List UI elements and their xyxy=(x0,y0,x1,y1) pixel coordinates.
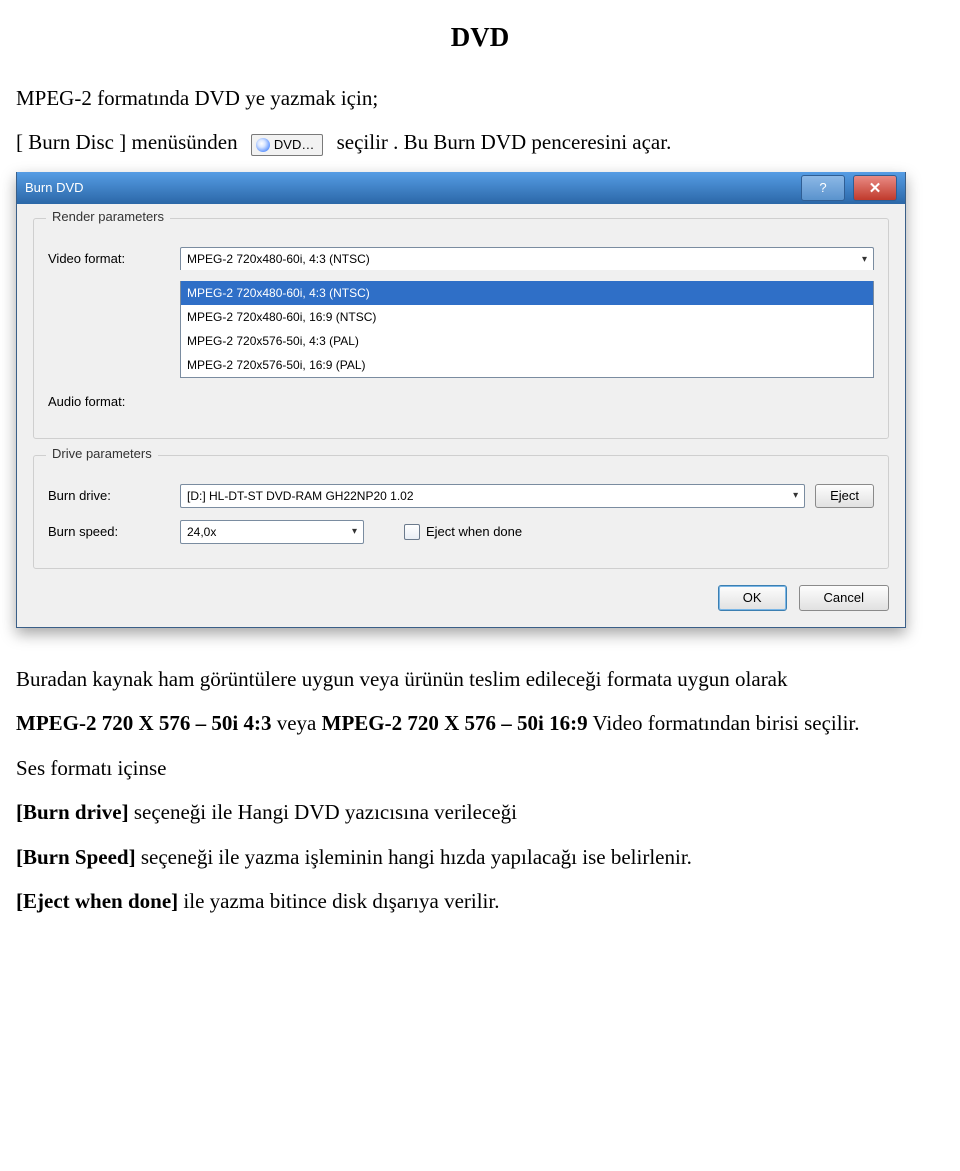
burn-speed-term: [Burn Speed] xyxy=(16,845,136,869)
render-parameters-group: Render parameters Video format: MPEG-2 7… xyxy=(33,218,889,439)
render-parameters-legend: Render parameters xyxy=(46,209,170,224)
intro-line-1: MPEG-2 formatında DVD ye yazmak için; xyxy=(16,83,944,113)
format-tail: Video formatından birisi seçilir. xyxy=(588,711,860,735)
help-icon: ? xyxy=(819,180,826,195)
close-icon: ✕ xyxy=(869,179,882,197)
burn-speed-desc: seçeneği ile yazma işleminin hangi hızda… xyxy=(136,845,692,869)
window-title: Burn DVD xyxy=(25,180,84,195)
burn-speed-combo[interactable]: 24,0x ▾ xyxy=(180,520,364,544)
video-format-dropdown: MPEG-2 720x480-60i, 4:3 (NTSC) MPEG-2 72… xyxy=(180,281,874,378)
video-format-value: MPEG-2 720x480-60i, 4:3 (NTSC) xyxy=(187,252,370,266)
dvd-menu-label: DVD… xyxy=(274,137,314,152)
format-43: MPEG-2 720 X 576 – 50i 4:3 xyxy=(16,711,271,735)
body-para-5: [Burn Speed] seçeneği ile yazma işlemini… xyxy=(16,842,944,872)
intro-prefix: [ Burn Disc ] menüsünden xyxy=(16,130,238,154)
eject-button[interactable]: Eject xyxy=(815,484,874,508)
audio-format-label: Audio format: xyxy=(48,394,180,409)
burn-drive-label: Burn drive: xyxy=(48,488,180,503)
burn-drive-term: [Burn drive] xyxy=(16,800,129,824)
chevron-down-icon: ▾ xyxy=(862,254,867,265)
video-format-label: Video format: xyxy=(48,251,180,266)
burn-dvd-window: Burn DVD ? ✕ Render parameters Video for… xyxy=(16,172,906,628)
body-para-3: Ses formatı içinse xyxy=(16,753,944,783)
eject-done-term: [Eject when done] xyxy=(16,889,178,913)
body-para-1: Buradan kaynak ham görüntülere uygun vey… xyxy=(16,664,944,694)
intro-suffix: seçilir . Bu Burn DVD penceresini açar. xyxy=(337,130,672,154)
body-para-2: MPEG-2 720 X 576 – 50i 4:3 veya MPEG-2 7… xyxy=(16,708,944,738)
burn-speed-label: Burn speed: xyxy=(48,524,180,539)
burn-drive-combo[interactable]: [D:] HL-DT-ST DVD-RAM GH22NP20 1.02 ▾ xyxy=(180,484,805,508)
body-para-6: [Eject when done] ile yazma bitince disk… xyxy=(16,886,944,916)
eject-when-done-checkbox[interactable] xyxy=(404,524,420,540)
intro-line-2: [ Burn Disc ] menüsünden DVD… seçilir . … xyxy=(16,127,944,157)
format-169: MPEG-2 720 X 576 – 50i 16:9 xyxy=(322,711,588,735)
video-format-option[interactable]: MPEG-2 720x480-60i, 16:9 (NTSC) xyxy=(181,305,873,329)
video-format-option[interactable]: MPEG-2 720x480-60i, 4:3 (NTSC) xyxy=(181,281,873,305)
drive-parameters-legend: Drive parameters xyxy=(46,446,158,461)
disc-icon xyxy=(256,138,270,152)
window-titlebar: Burn DVD ? ✕ xyxy=(17,172,905,204)
dialog-actions: OK Cancel xyxy=(33,585,889,611)
video-format-option[interactable]: MPEG-2 720x576-50i, 4:3 (PAL) xyxy=(181,329,873,353)
eject-when-done-wrap[interactable]: Eject when done xyxy=(404,524,522,540)
burn-dvd-dialog-screenshot: Burn DVD ? ✕ Render parameters Video for… xyxy=(16,172,906,628)
drive-parameters-group: Drive parameters Burn drive: [D:] HL-DT-… xyxy=(33,455,889,569)
eject-when-done-label: Eject when done xyxy=(426,524,522,539)
or-text: veya xyxy=(271,711,321,735)
eject-done-desc: ile yazma bitince disk dışarıya verilir. xyxy=(178,889,499,913)
burn-drive-desc: seçeneği ile Hangi DVD yazıcısına verile… xyxy=(129,800,517,824)
video-format-option[interactable]: MPEG-2 720x576-50i, 16:9 (PAL) xyxy=(181,353,873,377)
burn-speed-value: 24,0x xyxy=(187,525,216,539)
cancel-button[interactable]: Cancel xyxy=(799,585,889,611)
close-button[interactable]: ✕ xyxy=(853,175,897,201)
help-button[interactable]: ? xyxy=(801,175,845,201)
ok-button[interactable]: OK xyxy=(718,585,787,611)
burn-drive-value: [D:] HL-DT-ST DVD-RAM GH22NP20 1.02 xyxy=(187,489,414,503)
page-title: DVD xyxy=(16,22,944,53)
chevron-down-icon: ▾ xyxy=(352,526,357,537)
chevron-down-icon: ▾ xyxy=(793,490,798,501)
dvd-menu-item[interactable]: DVD… xyxy=(251,134,323,156)
body-para-4: [Burn drive] seçeneği ile Hangi DVD yazı… xyxy=(16,797,944,827)
video-format-combo[interactable]: MPEG-2 720x480-60i, 4:3 (NTSC) ▾ xyxy=(180,247,874,270)
